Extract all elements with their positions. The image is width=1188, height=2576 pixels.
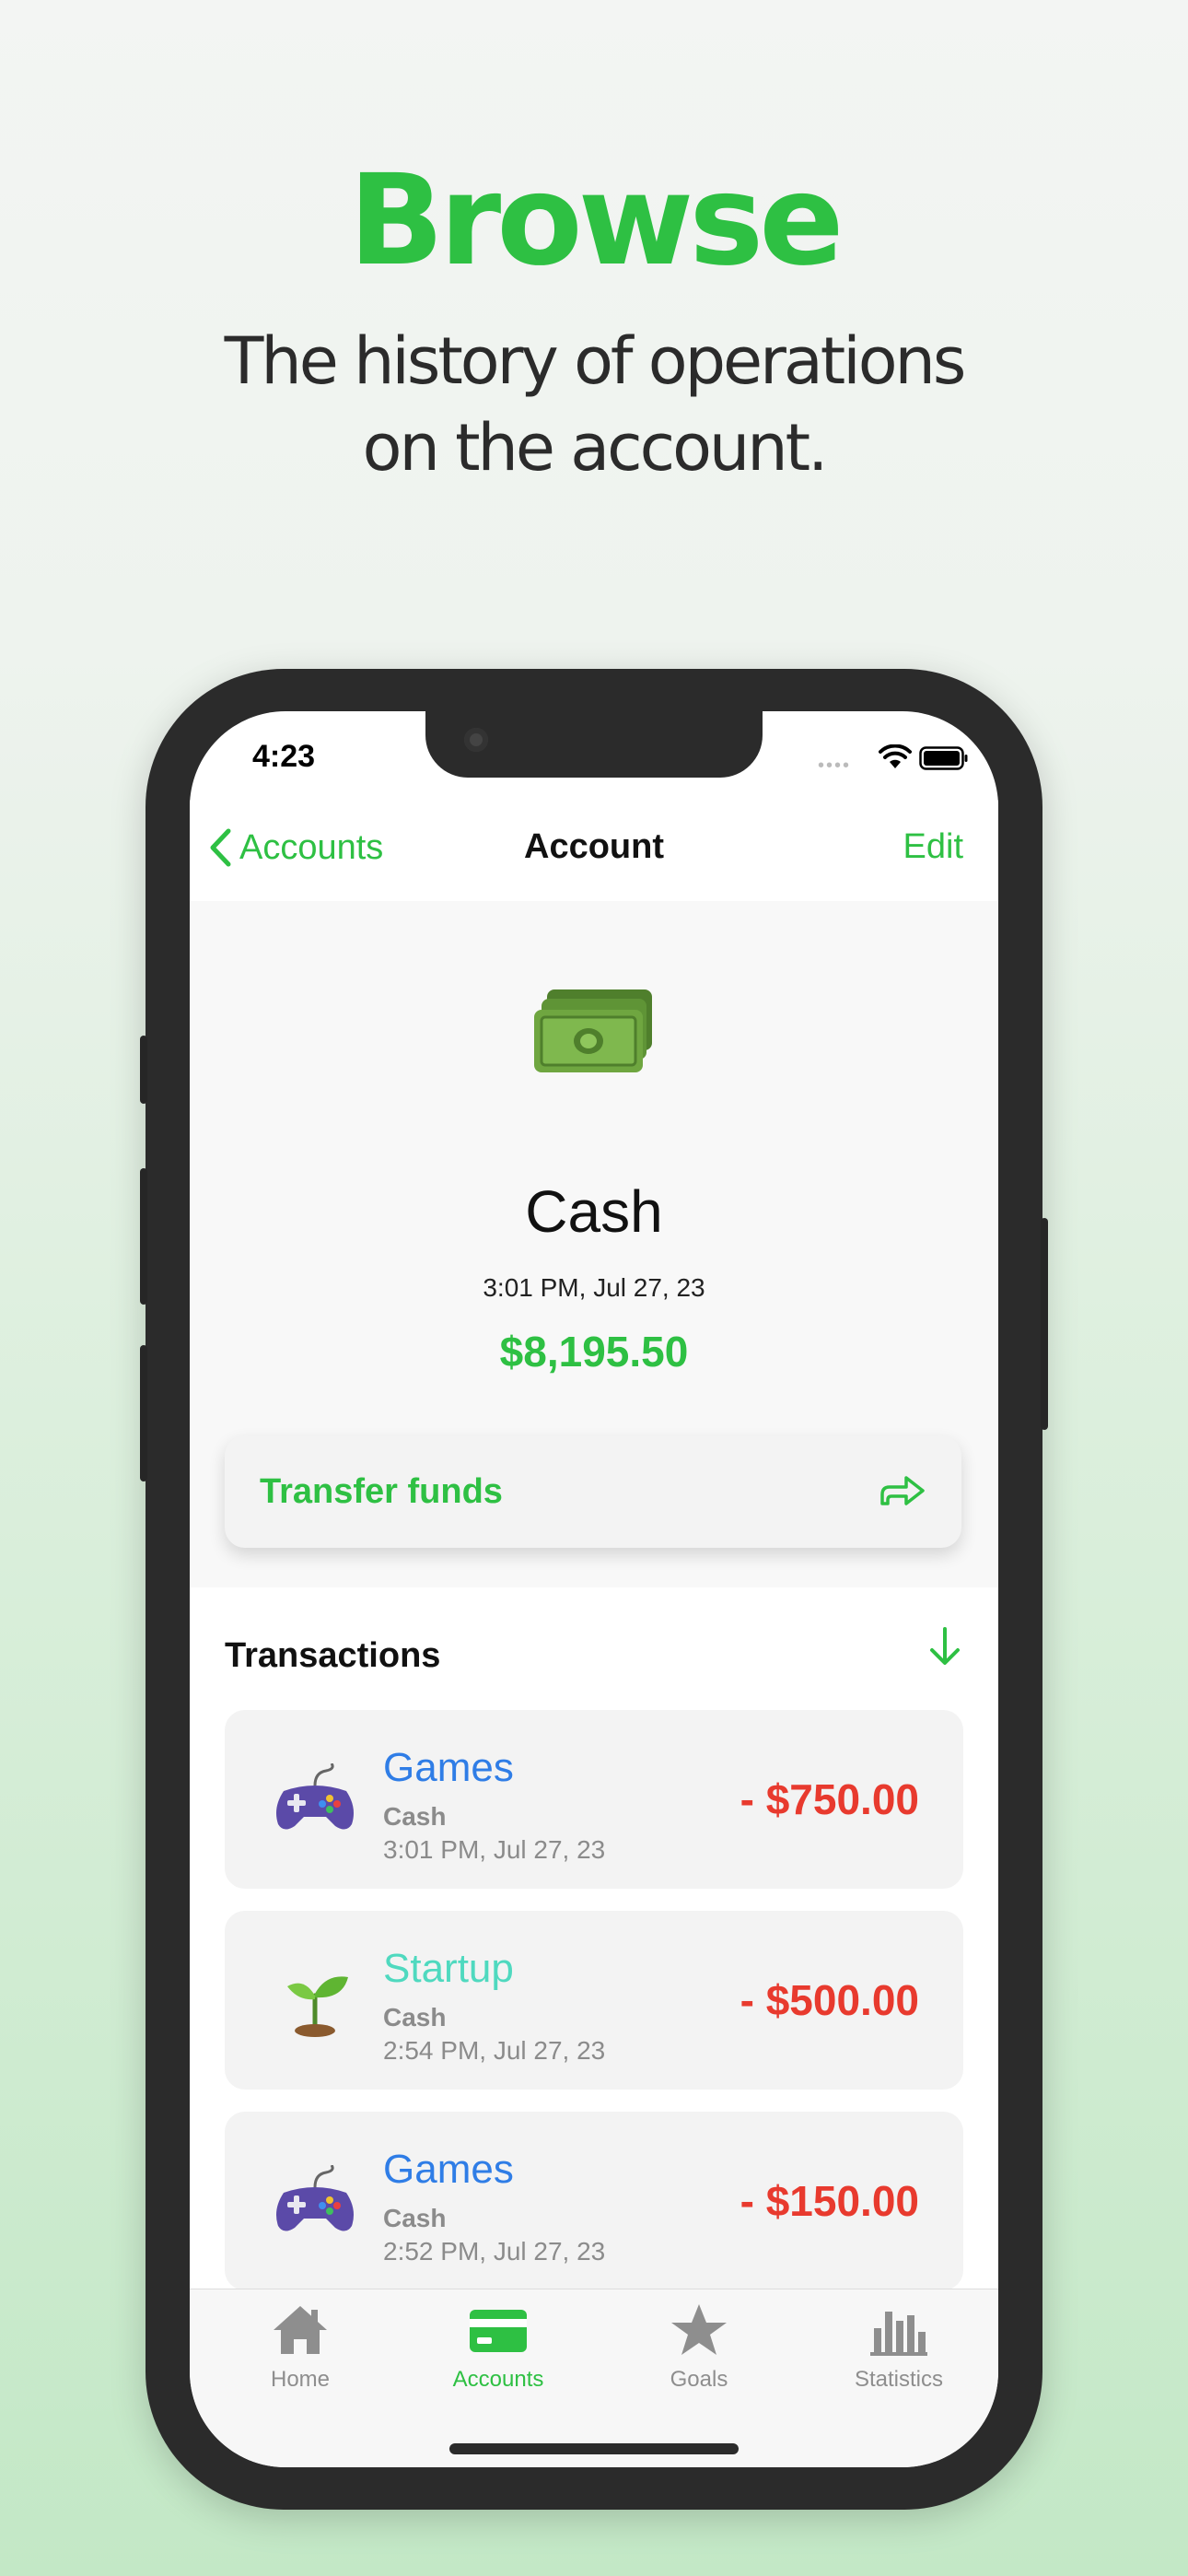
money-bills-icon [534, 989, 652, 1072]
tab-accounts-label: Accounts [452, 2367, 544, 2392]
phone-side-button [140, 1345, 147, 1481]
tab-home[interactable]: Home [217, 2302, 383, 2404]
wifi-icon [879, 744, 912, 768]
tab-bar: Home Accounts Goals Statistics [190, 2289, 998, 2467]
transaction-title: Games [383, 2147, 514, 2192]
promo-headline: Browse [348, 148, 844, 294]
phone-side-button [1041, 1218, 1048, 1430]
tab-goals[interactable]: Goals [616, 2302, 782, 2404]
arrow-down-icon[interactable] [926, 1625, 963, 1668]
transfer-funds-button[interactable]: Transfer funds [225, 1435, 961, 1548]
tab-goals-label: Goals [670, 2367, 728, 2392]
transaction-amount: - $150.00 [740, 2177, 919, 2225]
transaction-row[interactable]: Startup Cash 2:54 PM, Jul 27, 23 - $500.… [225, 1911, 963, 2090]
promo-subline-line-2: on the account. [362, 410, 829, 486]
transaction-date: 3:01 PM, Jul 27, 23 [383, 1835, 606, 1864]
card-icon [470, 2310, 527, 2352]
phone-side-button [140, 1168, 147, 1305]
home-indicator[interactable] [449, 2443, 739, 2454]
edit-button[interactable]: Edit [903, 827, 963, 867]
transaction-account: Cash [383, 2003, 447, 2032]
transaction-amount: - $750.00 [740, 1775, 919, 1823]
account-summary: Cash 3:01 PM, Jul 27, 23 $8,195.50 Trans… [190, 901, 998, 1587]
page-title: Account [524, 827, 664, 866]
status-icons: •••• [818, 744, 968, 776]
bar-chart-icon [870, 2312, 927, 2356]
account-name: Cash [525, 1178, 663, 1245]
transaction-title: Startup [383, 1946, 514, 1991]
notch [425, 711, 763, 778]
promo-subline: The history of operations on the account… [0, 318, 1188, 491]
nav-bar: Accounts Account Edit [190, 800, 998, 901]
gamepad-icon [276, 1763, 354, 1830]
transfer-funds-label: Transfer funds [260, 1472, 503, 1511]
gamepad-icon [276, 2165, 354, 2231]
battery-icon [919, 746, 968, 770]
phone-side-button [140, 1036, 147, 1104]
camera-icon [464, 728, 488, 752]
transaction-row[interactable]: Games Cash 3:01 PM, Jul 27, 23 - $750.00 [225, 1710, 963, 1889]
signal-dots-icon: •••• [818, 755, 852, 776]
house-icon [274, 2306, 327, 2354]
phone-screen: 4:23 •••• Accounts Account Edit Cash 3:0… [190, 711, 998, 2467]
promo-subline-line-1: The history of operations [224, 323, 967, 399]
transaction-date: 2:54 PM, Jul 27, 23 [383, 2036, 606, 2065]
tab-accounts[interactable]: Accounts [415, 2302, 581, 2404]
transaction-amount: - $500.00 [740, 1976, 919, 2024]
transaction-account: Cash [383, 2204, 447, 2232]
transaction-row[interactable]: Games Cash 2:52 PM, Jul 27, 23 - $150.00 [225, 2112, 963, 2290]
transactions-header: Transactions [225, 1636, 441, 1675]
share-arrow-icon [880, 1476, 925, 1505]
transaction-account: Cash [383, 1802, 447, 1831]
star-icon [671, 2304, 727, 2355]
account-date: 3:01 PM, Jul 27, 23 [483, 1273, 705, 1302]
tab-statistics[interactable]: Statistics [816, 2302, 982, 2404]
tab-statistics-label: Statistics [854, 2367, 944, 2392]
seedling-icon [287, 1976, 348, 2037]
account-balance: $8,195.50 [499, 1328, 689, 1376]
transaction-date: 2:52 PM, Jul 27, 23 [383, 2237, 606, 2266]
status-time: 4:23 [252, 739, 316, 774]
transaction-title: Games [383, 1745, 514, 1790]
tab-home-label: Home [270, 2367, 331, 2392]
